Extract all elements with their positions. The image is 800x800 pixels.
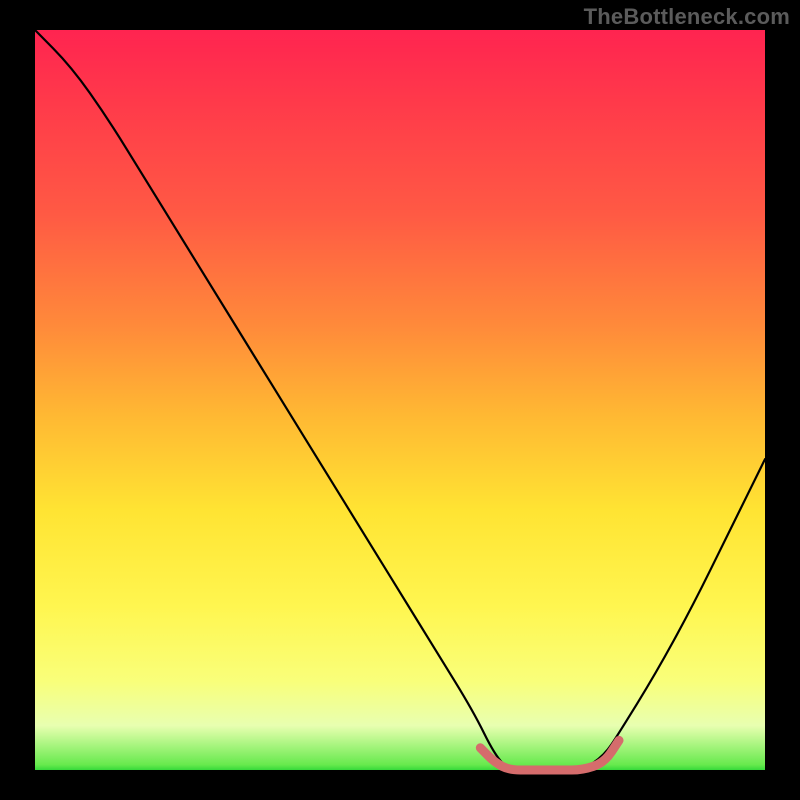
- highlight-segment: [480, 740, 619, 770]
- plot-area: [35, 30, 765, 770]
- curve-line: [35, 30, 765, 770]
- chart-frame: TheBottleneck.com: [0, 0, 800, 800]
- chart-svg: [35, 30, 765, 770]
- watermark-text: TheBottleneck.com: [584, 4, 790, 30]
